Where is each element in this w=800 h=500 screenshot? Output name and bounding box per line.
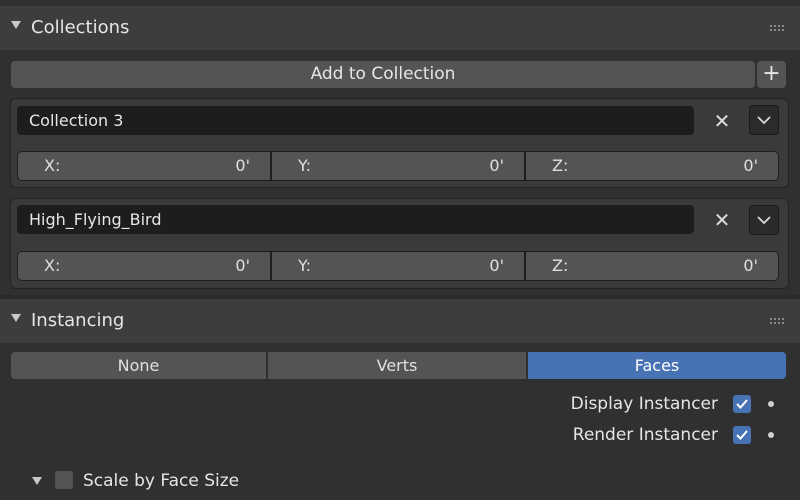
offset-z-value: 0' <box>743 156 758 175</box>
offset-x-label: X: <box>44 156 61 175</box>
offset-z-value: 0' <box>743 256 758 275</box>
add-to-collection-button[interactable]: Add to Collection <box>11 61 755 88</box>
chevron-down-icon <box>757 216 771 225</box>
grip-icon[interactable] <box>770 25 786 31</box>
add-collection-plus-button[interactable]: + <box>757 61 786 88</box>
instancing-panel-header[interactable]: Instancing <box>0 299 800 343</box>
display-instancer-checkbox[interactable] <box>733 395 751 413</box>
grip-icon[interactable] <box>770 318 786 324</box>
instancing-mode-none[interactable]: None <box>11 352 266 379</box>
collection-offset-vector: X: 0' Y: 0' Z: 0' <box>17 251 779 281</box>
collection-dropdown-button[interactable] <box>749 105 779 135</box>
offset-x-field[interactable]: X: 0' <box>18 152 270 180</box>
offset-y-value: 0' <box>489 156 504 175</box>
scale-by-face-size-label: Scale by Face Size <box>83 471 240 491</box>
collection-offset-vector: X: 0' Y: 0' Z: 0' <box>17 151 779 181</box>
offset-y-label: Y: <box>298 256 312 275</box>
offset-x-label: X: <box>44 256 61 275</box>
offset-z-label: Z: <box>552 256 569 275</box>
animate-property-dot-icon[interactable] <box>768 401 774 407</box>
offset-z-field[interactable]: Z: 0' <box>526 152 778 180</box>
triangle-down-icon[interactable] <box>11 21 21 29</box>
offset-z-field[interactable]: Z: 0' <box>526 252 778 280</box>
collections-panel-title: Collections <box>31 17 130 38</box>
offset-x-value: 0' <box>235 256 250 275</box>
offset-y-field[interactable]: Y: 0' <box>272 152 524 180</box>
chevron-down-icon <box>757 116 771 125</box>
offset-z-label: Z: <box>552 156 569 175</box>
collection-dropdown-button[interactable] <box>749 205 779 235</box>
checkmark-icon <box>736 399 748 409</box>
offset-y-field[interactable]: Y: 0' <box>272 252 524 280</box>
x-icon[interactable]: ✕ <box>708 107 736 135</box>
offset-y-value: 0' <box>489 256 504 275</box>
offset-x-field[interactable]: X: 0' <box>18 252 270 280</box>
instancing-mode-verts[interactable]: Verts <box>268 352 526 379</box>
instancing-mode-faces[interactable]: Faces <box>528 352 786 379</box>
offset-y-label: Y: <box>298 156 312 175</box>
x-icon[interactable]: ✕ <box>708 206 736 234</box>
collections-panel-header[interactable]: Collections <box>0 6 800 50</box>
scale-by-face-size-checkbox[interactable] <box>55 471 73 489</box>
collection-name-field[interactable]: Collection 3 <box>17 106 694 135</box>
triangle-down-icon[interactable] <box>32 477 42 485</box>
render-instancer-label: Render Instancer <box>572 425 718 445</box>
render-instancer-checkbox[interactable] <box>733 426 751 444</box>
checkmark-icon <box>736 430 748 440</box>
instancing-panel-title: Instancing <box>31 310 125 331</box>
collection-name-field[interactable]: High_Flying_Bird <box>17 205 694 234</box>
triangle-down-icon[interactable] <box>11 314 21 322</box>
animate-property-dot-icon[interactable] <box>768 432 774 438</box>
offset-x-value: 0' <box>235 156 250 175</box>
display-instancer-label: Display Instancer <box>570 394 718 414</box>
